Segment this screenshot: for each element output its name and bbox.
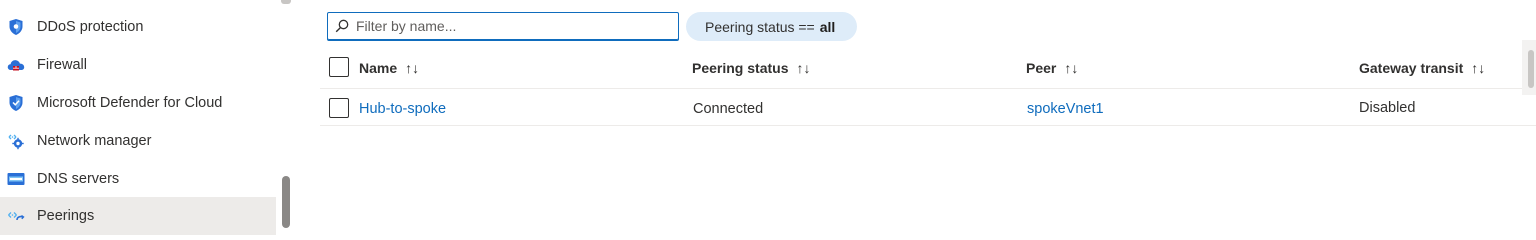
sidebar-item-label: Network manager bbox=[37, 133, 152, 149]
row-checkbox[interactable] bbox=[329, 98, 349, 118]
column-header-label: Peering status bbox=[692, 60, 789, 76]
sort-icon: ↑↓ bbox=[796, 60, 811, 76]
row-divider bbox=[320, 125, 1536, 126]
column-header-label: Name bbox=[359, 60, 398, 76]
peerings-icon bbox=[7, 207, 25, 225]
sidebar-item-peerings[interactable]: Peerings bbox=[0, 197, 276, 235]
column-header-peer[interactable]: Peer ↑↓ bbox=[1026, 60, 1078, 76]
column-header-label: Gateway transit bbox=[1359, 60, 1464, 76]
peering-status-value: Connected bbox=[693, 101, 764, 117]
sidebar-item-label: DNS servers bbox=[37, 171, 120, 187]
sidebar-item-label: Microsoft Defender for Cloud bbox=[37, 95, 223, 111]
shield-icon bbox=[7, 18, 25, 36]
network-manager-icon bbox=[7, 132, 25, 150]
sidebar-item-firewall[interactable]: Firewall bbox=[0, 46, 276, 84]
sidebar-scrollbar-thumb[interactable] bbox=[282, 176, 290, 228]
column-header-name[interactable]: Name ↑↓ bbox=[359, 60, 419, 76]
sidebar-item-defender-for-cloud[interactable]: Microsoft Defender for Cloud bbox=[0, 84, 276, 122]
sidebar-item-label: Firewall bbox=[37, 57, 87, 73]
search-icon bbox=[335, 19, 349, 33]
peering-status-filter-pill[interactable]: Peering status == all bbox=[686, 12, 858, 41]
table-scrollbar-thumb[interactable] bbox=[1528, 50, 1534, 88]
sidebar-scrollbar-top bbox=[281, 0, 291, 4]
sidebar-item-dns-servers[interactable]: DNS servers bbox=[0, 160, 276, 198]
sort-icon: ↑↓ bbox=[1471, 60, 1486, 76]
select-all-checkbox[interactable] bbox=[329, 57, 349, 77]
filter-pill-value: all bbox=[819, 18, 836, 35]
header-divider bbox=[320, 88, 1536, 89]
resource-menu-sidebar: DDoS protection Firewall Microsoft Defen… bbox=[0, 0, 292, 235]
peer-link[interactable]: spokeVnet1 bbox=[1027, 101, 1104, 117]
gateway-transit-value: Disabled bbox=[1359, 100, 1416, 116]
peering-name-link[interactable]: Hub-to-spoke bbox=[359, 101, 446, 117]
sidebar-item-label: DDoS protection bbox=[37, 19, 144, 35]
column-header-label: Peer bbox=[1026, 60, 1057, 76]
sidebar-item-ddos-protection[interactable]: DDoS protection bbox=[0, 8, 276, 46]
column-header-peering-status[interactable]: Peering status ↑↓ bbox=[692, 60, 810, 76]
defender-shield-icon bbox=[7, 94, 25, 112]
sidebar-item-network-manager[interactable]: Network manager bbox=[0, 122, 276, 160]
dns-servers-icon bbox=[7, 170, 25, 188]
sidebar-item-label: Peerings bbox=[37, 208, 95, 224]
sort-icon: ↑↓ bbox=[1064, 60, 1079, 76]
filter-pill-label: Peering status == bbox=[705, 18, 815, 35]
column-header-gateway-transit[interactable]: Gateway transit ↑↓ bbox=[1359, 60, 1485, 76]
filter-search-box[interactable] bbox=[327, 12, 679, 41]
sort-icon: ↑↓ bbox=[405, 60, 420, 76]
filter-by-name-input[interactable] bbox=[356, 15, 666, 37]
firewall-icon bbox=[7, 56, 25, 74]
